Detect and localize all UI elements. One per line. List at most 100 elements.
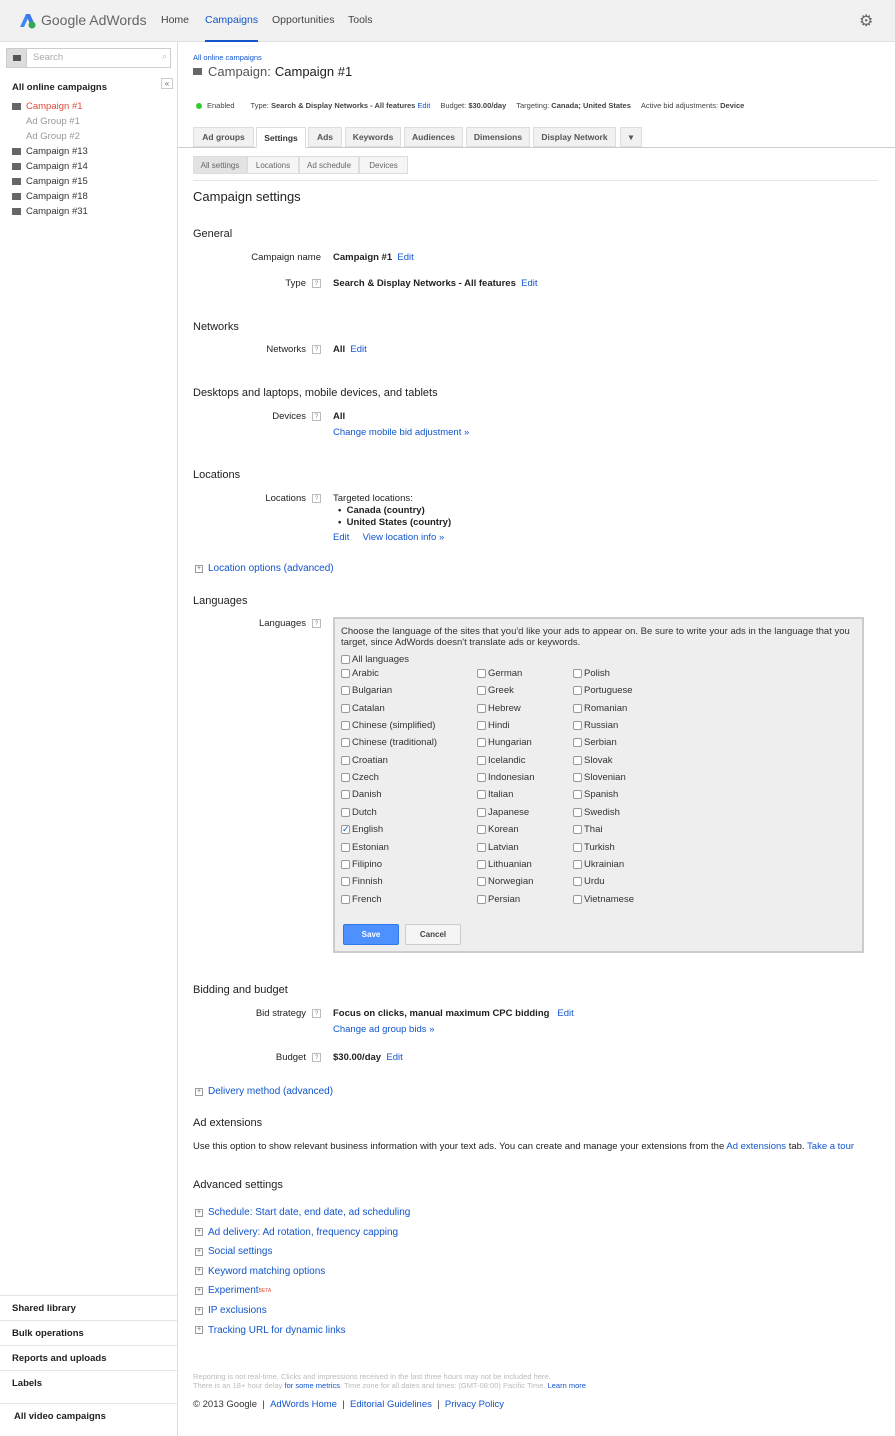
- tab-ad-groups[interactable]: Ad groups: [193, 127, 254, 147]
- language-checkbox-hungarian[interactable]: Hungarian: [477, 737, 532, 748]
- help-icon[interactable]: ?: [312, 411, 321, 421]
- ad-extensions-link[interactable]: Ad extensions: [726, 1141, 786, 1152]
- search-input[interactable]: Search: [33, 52, 63, 63]
- language-checkbox-bulgarian[interactable]: Bulgarian: [341, 685, 392, 696]
- language-checkbox-spanish[interactable]: Spanish: [573, 789, 618, 800]
- help-icon[interactable]: ?: [312, 344, 321, 354]
- language-checkbox-vietnamese[interactable]: Vietnamese: [573, 894, 634, 905]
- language-checkbox-persian[interactable]: Persian: [477, 894, 520, 905]
- language-checkbox-turkish[interactable]: Turkish: [573, 842, 615, 853]
- nav-opportunities[interactable]: Opportunities: [272, 14, 334, 26]
- all-languages-checkbox[interactable]: All languages: [341, 654, 409, 665]
- language-checkbox-ukrainian[interactable]: Ukrainian: [573, 859, 624, 870]
- advanced-keyword-matching-options-expander[interactable]: + Keyword matching options: [195, 1266, 325, 1277]
- help-icon[interactable]: ?: [312, 618, 321, 628]
- subtab-devices[interactable]: Devices: [359, 156, 408, 174]
- subtab-locations[interactable]: Locations: [247, 156, 299, 174]
- nav-campaigns[interactable]: Campaigns: [205, 14, 259, 42]
- sidebar-bulk-operations[interactable]: Bulk operations: [0, 1320, 177, 1345]
- language-checkbox-romanian[interactable]: Romanian: [573, 703, 627, 714]
- sidebar-reports-and-uploads[interactable]: Reports and uploads: [0, 1345, 177, 1370]
- language-checkbox-catalan[interactable]: Catalan: [341, 703, 385, 714]
- editorial-guidelines-link[interactable]: Editorial Guidelines: [350, 1399, 432, 1410]
- sidebar-item-ad-group-2[interactable]: Ad Group #2: [26, 131, 80, 142]
- help-icon[interactable]: ?: [312, 278, 321, 288]
- language-checkbox-norwegian[interactable]: Norwegian: [477, 876, 533, 887]
- sidebar-all-video-campaigns[interactable]: All video campaigns: [0, 1403, 177, 1428]
- tab-dimensions[interactable]: Dimensions: [466, 127, 530, 147]
- advanced-experiment-expander[interactable]: + Experiment BETA: [195, 1285, 271, 1296]
- sidebar-item-campaign-1[interactable]: Campaign #1: [12, 101, 83, 112]
- language-checkbox-lithuanian[interactable]: Lithuanian: [477, 859, 532, 870]
- sidebar-item-campaign-15[interactable]: Campaign #15: [12, 176, 88, 187]
- language-checkbox-english[interactable]: ✓ English: [341, 824, 383, 835]
- language-checkbox-hebrew[interactable]: Hebrew: [477, 703, 521, 714]
- help-icon[interactable]: ?: [312, 493, 321, 503]
- privacy-policy-link[interactable]: Privacy Policy: [445, 1399, 504, 1410]
- tab-audiences[interactable]: Audiences: [404, 127, 463, 147]
- edit-name-link[interactable]: Edit: [397, 252, 413, 263]
- language-checkbox-czech[interactable]: Czech: [341, 772, 379, 783]
- advanced-tracking-url-for-dynamic-links-expander[interactable]: + Tracking URL for dynamic links: [195, 1325, 346, 1336]
- advanced-social-settings-expander[interactable]: + Social settings: [195, 1246, 272, 1257]
- language-checkbox-german[interactable]: German: [477, 668, 522, 679]
- language-checkbox-icelandic[interactable]: Icelandic: [477, 755, 526, 766]
- learn-more-link[interactable]: Learn more: [548, 1381, 586, 1390]
- sidebar-shared-library[interactable]: Shared library: [0, 1295, 177, 1320]
- language-checkbox-chinese-simplified[interactable]: Chinese (simplified): [341, 720, 435, 731]
- take-a-tour-link[interactable]: Take a tour: [807, 1141, 854, 1152]
- language-checkbox-slovak[interactable]: Slovak: [573, 755, 613, 766]
- language-checkbox-thai[interactable]: Thai: [573, 824, 602, 835]
- sidebar-search[interactable]: Search ⌕: [6, 48, 171, 68]
- sidebar-item-campaign-14[interactable]: Campaign #14: [12, 161, 88, 172]
- tab-display-network[interactable]: Display Network: [533, 127, 616, 147]
- collapse-sidebar-button[interactable]: «: [161, 78, 173, 89]
- status-enabled[interactable]: Enabled: [207, 101, 235, 110]
- tab-settings[interactable]: Settings: [256, 127, 306, 148]
- gear-icon[interactable]: ⚙: [859, 11, 873, 31]
- language-checkbox-filipino[interactable]: Filipino: [341, 859, 382, 870]
- more-tabs-dropdown[interactable]: ▾: [620, 127, 642, 147]
- language-checkbox-chinese-traditional[interactable]: Chinese (traditional): [341, 737, 437, 748]
- language-checkbox-swedish[interactable]: Swedish: [573, 807, 620, 818]
- subtab-all-settings[interactable]: All settings: [193, 156, 247, 174]
- advanced-ip-exclusions-expander[interactable]: + IP exclusions: [195, 1305, 267, 1316]
- advanced-ad-delivery-ad-rotation-freque-expander[interactable]: + Ad delivery: Ad rotation, frequency cap…: [195, 1227, 398, 1238]
- cancel-button[interactable]: Cancel: [405, 924, 461, 945]
- language-checkbox-finnish[interactable]: Finnish: [341, 876, 383, 887]
- language-checkbox-korean[interactable]: Korean: [477, 824, 519, 835]
- some-metrics-link[interactable]: for some metrics: [285, 1381, 340, 1390]
- edit-type-link[interactable]: Edit: [417, 101, 430, 110]
- language-checkbox-italian[interactable]: Italian: [477, 789, 513, 800]
- language-checkbox-croatian[interactable]: Croatian: [341, 755, 388, 766]
- sidebar-item-campaign-13[interactable]: Campaign #13: [12, 146, 88, 157]
- edit-networks-link[interactable]: Edit: [350, 344, 366, 355]
- sidebar-item-campaign-18[interactable]: Campaign #18: [12, 191, 88, 202]
- language-checkbox-arabic[interactable]: Arabic: [341, 668, 379, 679]
- language-checkbox-russian[interactable]: Russian: [573, 720, 618, 731]
- language-checkbox-indonesian[interactable]: Indonesian: [477, 772, 534, 783]
- language-checkbox-greek[interactable]: Greek: [477, 685, 514, 696]
- sidebar-item-ad-group-1[interactable]: Ad Group #1: [26, 116, 80, 127]
- sidebar-item-campaign-31[interactable]: Campaign #31: [12, 206, 88, 217]
- language-checkbox-hindi[interactable]: Hindi: [477, 720, 510, 731]
- language-checkbox-latvian[interactable]: Latvian: [477, 842, 519, 853]
- language-checkbox-french[interactable]: French: [341, 894, 382, 905]
- view-location-info-link[interactable]: View location info »: [363, 532, 445, 543]
- save-button[interactable]: Save: [343, 924, 399, 945]
- tab-ads[interactable]: Ads: [308, 127, 342, 147]
- edit-locations-link[interactable]: Edit: [333, 532, 349, 543]
- language-checkbox-urdu[interactable]: Urdu: [573, 876, 605, 887]
- nav-home[interactable]: Home: [161, 14, 189, 26]
- adwords-home-link[interactable]: AdWords Home: [270, 1399, 337, 1410]
- language-checkbox-estonian[interactable]: Estonian: [341, 842, 389, 853]
- change-mobile-bid-link[interactable]: Change mobile bid adjustment »: [333, 427, 469, 438]
- tab-keywords[interactable]: Keywords: [345, 127, 401, 147]
- language-checkbox-serbian[interactable]: Serbian: [573, 737, 617, 748]
- language-checkbox-japanese[interactable]: Japanese: [477, 807, 529, 818]
- language-checkbox-danish[interactable]: Danish: [341, 789, 382, 800]
- sidebar-labels[interactable]: Labels: [0, 1370, 177, 1395]
- breadcrumb[interactable]: All online campaigns: [193, 53, 262, 62]
- location-options-expander[interactable]: + Location options (advanced): [195, 563, 334, 574]
- adwords-logo[interactable]: Google AdWords: [18, 11, 147, 29]
